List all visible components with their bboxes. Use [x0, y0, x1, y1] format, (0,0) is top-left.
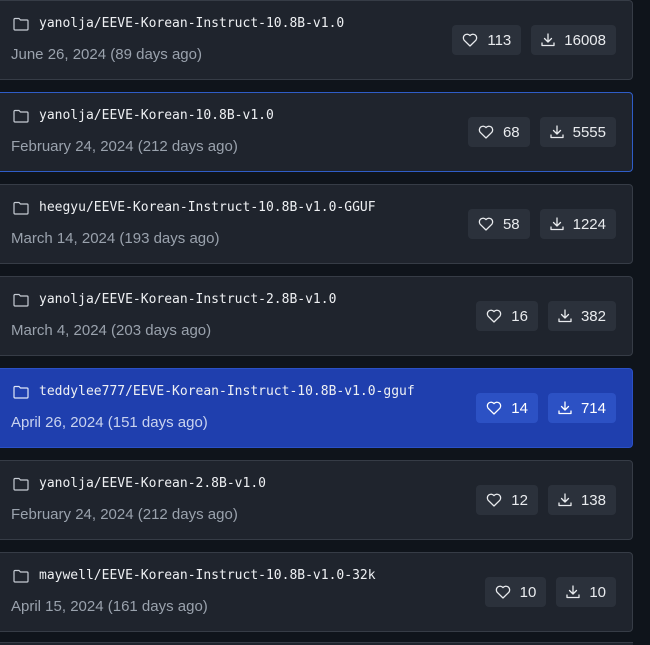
repository-updated-date: February 24, 2024 (212 days ago) — [11, 138, 238, 155]
repository-updated-date: April 15, 2024 (161 days ago) — [11, 598, 208, 615]
repository-updated-date: March 14, 2024 (193 days ago) — [11, 230, 220, 247]
likes-badge[interactable]: 14 — [476, 393, 538, 423]
likes-badge[interactable]: 68 — [467, 117, 530, 147]
download-icon — [549, 125, 564, 139]
likes-count: 58 — [502, 215, 520, 233]
repository-stats: 14 714 — [476, 393, 616, 423]
downloads-count: 382 — [580, 307, 606, 325]
likes-badge[interactable]: 12 — [476, 485, 538, 515]
downloads-badge[interactable]: 1224 — [539, 209, 616, 239]
repository-updated-date: June 26, 2024 (89 days ago) — [11, 46, 202, 63]
download-icon — [558, 401, 572, 415]
repository-card[interactable]: maywell/EEVE-Korean-Instruct-10.8B-v1.0-… — [0, 552, 633, 632]
likes-badge[interactable]: 16 — [476, 301, 538, 331]
repository-name[interactable]: yanolja/EEVE-Korean-10.8B-v1.0 — [39, 108, 274, 123]
repository-list: yanolja/EEVE-Korean-Instruct-10.8B-v1.0 … — [0, 0, 650, 645]
likes-badge[interactable]: 58 — [467, 209, 530, 239]
downloads-badge[interactable]: 10 — [556, 577, 616, 607]
download-icon — [541, 33, 555, 47]
repository-name[interactable]: teddylee777/EEVE-Korean-Instruct-10.8B-v… — [39, 384, 415, 399]
repository-stats: 58 1224 — [467, 209, 616, 239]
heart-icon — [495, 585, 511, 599]
heart-icon — [486, 493, 502, 507]
download-icon — [558, 493, 572, 507]
repository-stats: 68 5555 — [467, 117, 616, 147]
repository-name[interactable]: maywell/EEVE-Korean-Instruct-10.8B-v1.0-… — [39, 568, 376, 583]
likes-badge[interactable]: 113 — [452, 25, 522, 55]
repository-updated-date: February 24, 2024 (212 days ago) — [11, 506, 238, 523]
repository-card[interactable]: yanolja/EEVE-Korean-Instruct-2.8B-v1.0 M… — [0, 276, 633, 356]
download-icon — [558, 309, 572, 323]
repository-card[interactable]: yanolja/EEVE-Korean-2.8B-v1.0 February 2… — [0, 460, 633, 540]
repository-stats: 10 10 — [484, 577, 616, 607]
folder-icon — [13, 17, 29, 31]
download-icon — [549, 217, 564, 231]
folder-icon — [13, 385, 29, 399]
downloads-badge[interactable]: 138 — [547, 485, 616, 515]
repository-stats: 113 16008 — [452, 25, 616, 55]
likes-count: 68 — [502, 123, 520, 141]
repository-name[interactable]: yanolja/EEVE-Korean-Instruct-2.8B-v1.0 — [39, 292, 336, 307]
downloads-badge[interactable]: 714 — [547, 393, 616, 423]
repository-card[interactable]: heegyu/EEVE-Korean-Instruct-10.8B-v1.0-G… — [0, 184, 633, 264]
repository-card[interactable]: teddylee777/EEVE-Korean-Instruct-10.8B-v… — [0, 368, 633, 448]
repository-updated-date: March 4, 2024 (203 days ago) — [11, 322, 212, 339]
downloads-count: 10 — [589, 583, 606, 601]
downloads-badge[interactable]: 5555 — [539, 117, 616, 147]
repository-card[interactable]: yanolja/EEVE-Korean-Instruct-10.8B-v1.0 … — [0, 0, 633, 80]
heart-icon — [478, 125, 494, 139]
repository-stats: 16 382 — [476, 301, 616, 331]
likes-badge[interactable]: 10 — [484, 577, 547, 607]
folder-icon — [13, 201, 29, 215]
repository-updated-date: April 26, 2024 (151 days ago) — [11, 414, 208, 431]
downloads-count: 1224 — [572, 215, 606, 233]
folder-icon — [13, 293, 29, 307]
download-icon — [566, 585, 580, 599]
folder-icon — [13, 569, 29, 583]
repository-name[interactable]: yanolja/EEVE-Korean-2.8B-v1.0 — [39, 476, 266, 491]
downloads-count: 714 — [580, 399, 606, 417]
likes-count: 14 — [511, 399, 528, 417]
repository-name[interactable]: yanolja/EEVE-Korean-Instruct-10.8B-v1.0 — [39, 16, 344, 31]
heart-icon — [478, 217, 494, 231]
folder-icon — [13, 477, 29, 491]
likes-count: 12 — [511, 491, 528, 509]
heart-icon — [486, 309, 502, 323]
repository-name[interactable]: heegyu/EEVE-Korean-Instruct-10.8B-v1.0-G… — [39, 200, 376, 215]
downloads-badge[interactable]: 382 — [547, 301, 616, 331]
downloads-count: 138 — [580, 491, 606, 509]
repository-stats: 12 138 — [476, 485, 616, 515]
folder-icon — [13, 109, 29, 123]
likes-count: 16 — [511, 307, 528, 325]
likes-count: 113 — [487, 31, 512, 49]
downloads-count: 16008 — [564, 31, 606, 49]
repository-card[interactable]: yanolja/EEVE-Korean-10.8B-v1.0 February … — [0, 92, 633, 172]
downloads-badge[interactable]: 16008 — [531, 25, 616, 55]
heart-icon — [486, 401, 502, 415]
downloads-count: 5555 — [572, 123, 606, 141]
likes-count: 10 — [519, 583, 537, 601]
heart-icon — [462, 33, 478, 47]
